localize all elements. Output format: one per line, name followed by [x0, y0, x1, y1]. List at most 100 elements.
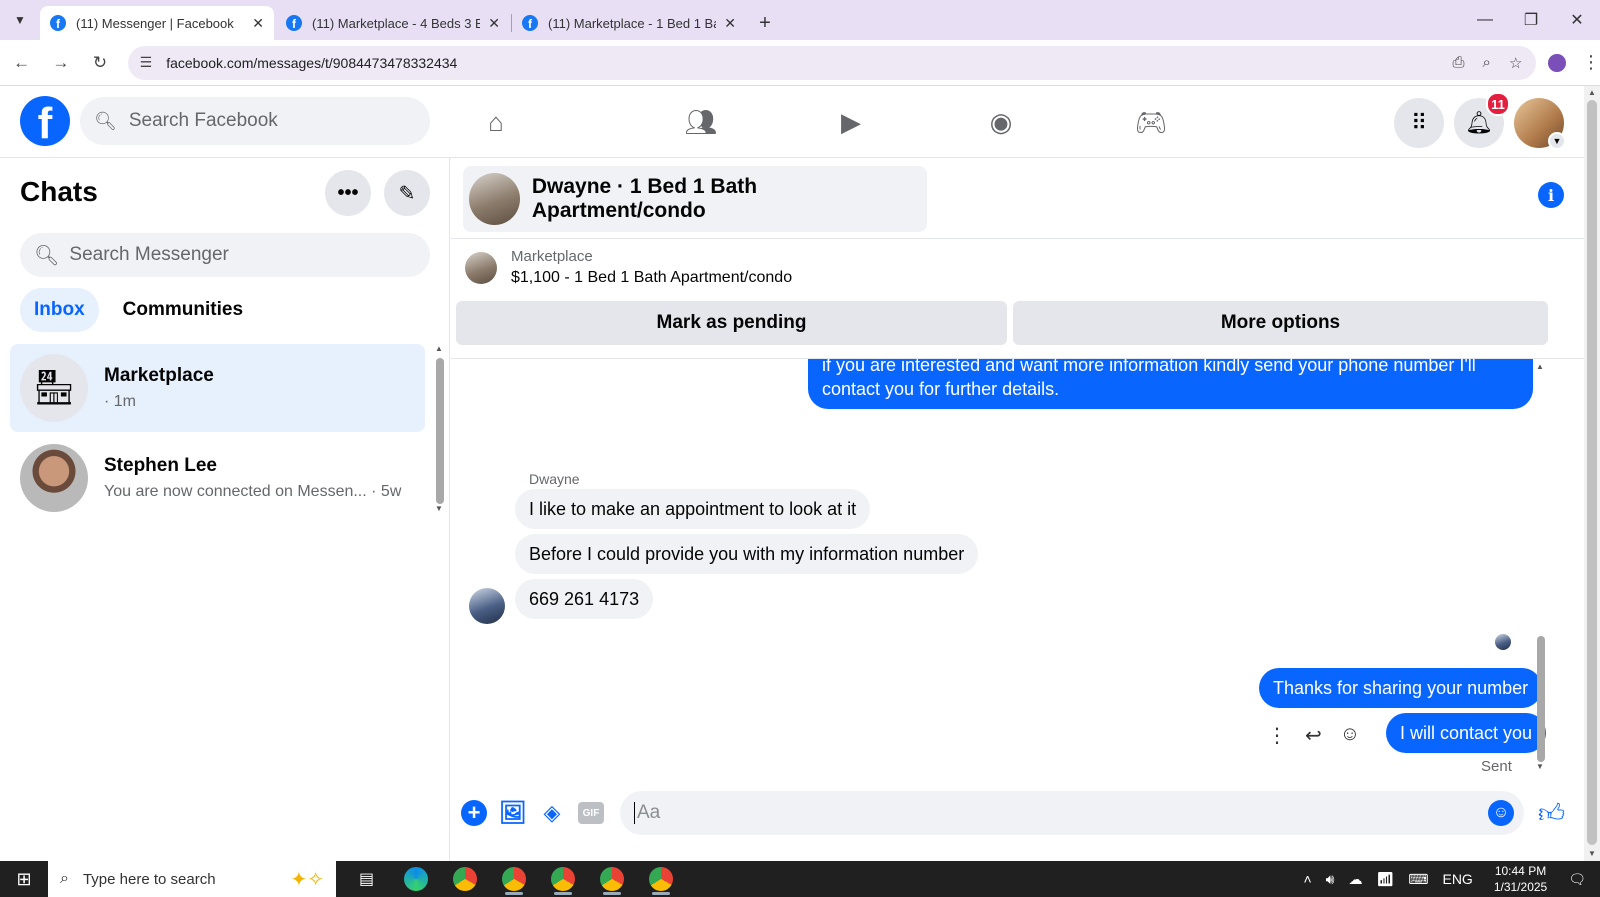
browser-tab-marketplace-1bed[interactable]: f (11) Marketplace - 1 Bed 1 Bath ✕: [512, 6, 746, 40]
back-arrow-icon[interactable]: ←: [4, 45, 39, 81]
minimize-icon[interactable]: —: [1462, 0, 1508, 40]
reload-icon[interactable]: ↻: [82, 45, 117, 81]
info-icon[interactable]: i: [1538, 182, 1564, 208]
chat-item-stephen-lee[interactable]: Stephen Lee You are now connected on Mes…: [10, 434, 425, 522]
site-info-icon[interactable]: ☰: [140, 54, 153, 71]
message-bubble-incoming[interactable]: 669 261 4173: [515, 579, 654, 619]
facebook-favicon-icon: f: [286, 15, 302, 31]
chrome-icon[interactable]: [440, 861, 489, 897]
cloud-icon[interactable]: ☁: [1348, 871, 1362, 888]
taskbar-search-placeholder: Type here to search: [82, 870, 216, 888]
message-bubble-incoming[interactable]: Before I could provide you with my infor…: [515, 534, 979, 574]
gif-icon[interactable]: GIF: [578, 802, 604, 824]
chrome-profile-icon[interactable]: [538, 861, 587, 897]
chrome-profile-icon[interactable]: [636, 861, 685, 897]
search-icon: ⌕: [60, 870, 69, 887]
message-input[interactable]: Aa ☺: [620, 791, 1524, 835]
edge-icon[interactable]: [391, 861, 440, 897]
notifications-button[interactable]: 🔔︎ 11: [1454, 92, 1510, 148]
scrollbar-thumb[interactable]: [1537, 636, 1545, 762]
notification-center-icon[interactable]: 🗨︎: [1568, 871, 1586, 888]
chevron-up-icon[interactable]: ˄: [1303, 871, 1311, 887]
tab-inbox[interactable]: Inbox: [20, 288, 99, 332]
task-view-icon[interactable]: ▤: [342, 861, 391, 897]
page-scrollbar[interactable]: ▲ ▼: [1584, 86, 1600, 861]
taskbar-search-input[interactable]: ⌕ Type here to search ✦✧: [48, 861, 336, 897]
forward-arrow-icon[interactable]: →: [43, 45, 78, 81]
facebook-logo-icon[interactable]: f: [20, 96, 70, 146]
mark-as-pending-button[interactable]: Mark as pending: [456, 301, 1007, 345]
tab-search-chevron-icon[interactable]: ▼: [0, 0, 40, 40]
url-omnibox[interactable]: ☰ facebook.com/messages/t/90844734783324…: [127, 45, 1537, 80]
chat-name: Marketplace: [104, 365, 214, 386]
nav-video[interactable]: ▶: [776, 102, 926, 142]
messenger-search-input[interactable]: 🔍︎ Search Messenger: [20, 233, 430, 277]
language-indicator[interactable]: ENG: [1442, 871, 1472, 887]
reply-icon[interactable]: ↩: [1305, 723, 1322, 748]
new-tab-plus-icon[interactable]: +: [748, 6, 782, 40]
windows-taskbar: ⊞ ⌕ Type here to search ✦✧ ▤ ˄ 🔊︎ ☁ 📶︎ ⌨…: [0, 861, 1600, 897]
facebook-search-input[interactable]: 🔍︎ Search Facebook: [80, 97, 430, 145]
nav-home[interactable]: ⌂: [476, 102, 516, 142]
sender-name: Dwayne: [529, 471, 580, 487]
scroll-up-icon[interactable]: ▲: [435, 344, 443, 353]
emoji-icon[interactable]: ☺: [1488, 800, 1514, 826]
nav-groups[interactable]: ◉: [926, 102, 1076, 142]
react-smiley-icon[interactable]: ☺: [1340, 723, 1360, 748]
scroll-up-icon[interactable]: ▲: [1536, 362, 1544, 371]
browser-menu-icon[interactable]: ⋮: [1582, 52, 1600, 73]
scroll-up-icon[interactable]: ▲: [1588, 88, 1596, 97]
window-close-icon[interactable]: ✕: [1554, 0, 1600, 40]
thumbs-up-icon[interactable]: 👍︎: [1538, 798, 1565, 829]
browser-profile-icon[interactable]: [1548, 53, 1567, 72]
bookmark-star-icon[interactable]: ☆: [1509, 54, 1522, 72]
tab-label: (11) Marketplace - 4 Beds 3 Bat: [312, 15, 481, 31]
scrollbar-thumb[interactable]: [1587, 100, 1597, 845]
chats-options-button[interactable]: •••: [325, 170, 371, 216]
chrome-profile-icon[interactable]: [489, 861, 538, 897]
wifi-icon[interactable]: 📶︎: [1376, 871, 1394, 888]
more-vertical-icon[interactable]: ⋮: [1267, 723, 1287, 748]
account-avatar[interactable]: ▼: [1514, 98, 1566, 150]
install-app-icon[interactable]: ⎙: [1453, 54, 1465, 72]
plus-icon[interactable]: +: [461, 800, 487, 826]
thread-scrollbar[interactable]: ▲ ▼: [1535, 362, 1547, 774]
speaker-icon[interactable]: 🔊︎: [1326, 871, 1335, 888]
scroll-down-icon[interactable]: ▼: [1536, 762, 1544, 771]
message-bubble-outgoing[interactable]: if you are interested and want more info…: [808, 359, 1533, 409]
close-icon[interactable]: ✕: [488, 15, 500, 32]
listing-thumbnail: [465, 251, 497, 284]
new-message-button[interactable]: ✎: [384, 170, 430, 216]
marketplace-listing-info[interactable]: Marketplace $1,100 - 1 Bed 1 Bath Apartm…: [465, 248, 792, 287]
conversation-header[interactable]: Dwayne · 1 Bed 1 Bath Apartment/condo: [463, 166, 927, 232]
menu-grid-button[interactable]: ⠿: [1394, 98, 1444, 148]
more-options-button[interactable]: More options: [1013, 301, 1548, 345]
windows-start-icon[interactable]: ⊞: [0, 861, 48, 897]
zoom-icon[interactable]: ⌕: [1483, 54, 1491, 72]
url-text[interactable]: facebook.com/messages/t/9084473478332434: [166, 55, 1452, 71]
avatar[interactable]: [469, 588, 505, 624]
nav-gaming[interactable]: 🎮︎: [1076, 102, 1226, 142]
photo-icon[interactable]: 🖼︎: [499, 800, 527, 826]
message-bubble-incoming[interactable]: I like to make an appointment to look at…: [515, 489, 871, 529]
chrome-profile-icon[interactable]: [587, 861, 636, 897]
close-icon[interactable]: ✕: [252, 15, 264, 32]
scroll-down-icon[interactable]: ▼: [435, 504, 443, 513]
tab-communities[interactable]: Communities: [109, 288, 257, 332]
browser-tab-messenger[interactable]: f (11) Messenger | Facebook ✕: [40, 6, 274, 40]
nav-friends[interactable]: 👥︎: [626, 102, 776, 142]
marketplace-label: Marketplace: [511, 248, 593, 265]
keyboard-icon[interactable]: ⌨: [1408, 871, 1428, 888]
sticker-icon[interactable]: ◈: [539, 800, 565, 826]
chat-list-scrollbar[interactable]: ▲ ▼: [434, 344, 446, 514]
browser-tab-marketplace-4bed[interactable]: f (11) Marketplace - 4 Beds 3 Bat ✕: [276, 6, 512, 40]
message-bubble-outgoing[interactable]: I will contact you: [1386, 713, 1547, 753]
chat-item-marketplace[interactable]: 🏪︎ Marketplace · 1m: [10, 344, 425, 432]
close-icon[interactable]: ✕: [724, 15, 736, 32]
more-dots-icon: •••: [337, 181, 359, 204]
taskbar-clock[interactable]: 10:44 PM 1/31/2025: [1494, 863, 1547, 895]
message-bubble-outgoing[interactable]: Thanks for sharing your number: [1259, 668, 1543, 708]
restore-icon[interactable]: ❐: [1508, 0, 1554, 40]
scrollbar-thumb[interactable]: [436, 358, 444, 504]
scroll-down-icon[interactable]: ▼: [1588, 849, 1596, 858]
